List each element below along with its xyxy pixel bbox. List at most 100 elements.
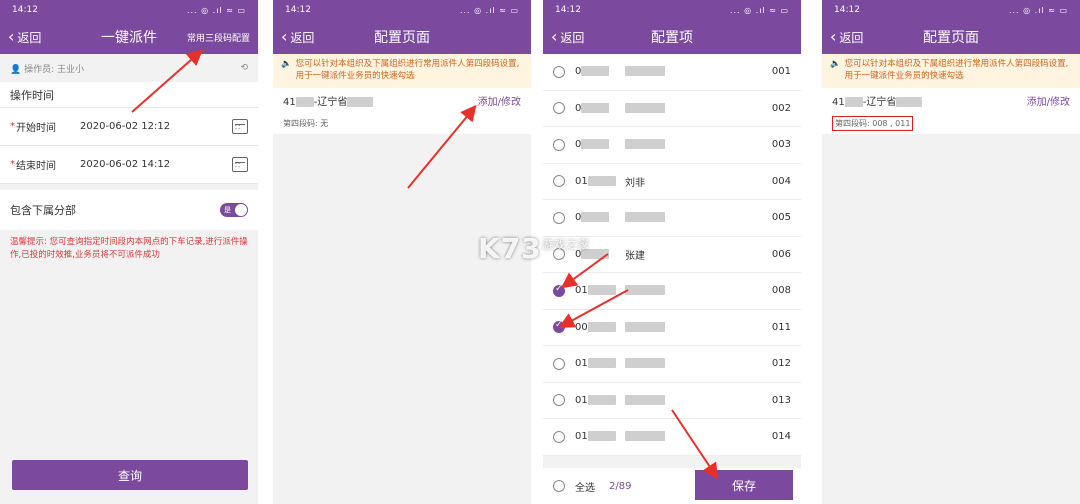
list-item[interactable]: 01 刘非 004 [543, 163, 801, 200]
save-button[interactable]: 保存 [695, 470, 793, 500]
back-button[interactable]: ‹ 返回 [8, 20, 41, 54]
back-label: 返回 [560, 30, 585, 45]
item-radio[interactable] [553, 65, 565, 78]
blurred-text [625, 394, 665, 405]
status-bar: 14:12 ... ◎ .ıl ≈ ▭ [543, 0, 801, 20]
item-radio[interactable] [553, 284, 565, 297]
config-card: 41 -辽宁省 添加/修改 第四段码: 无 [273, 87, 531, 134]
item-radio[interactable] [553, 211, 565, 224]
list-item[interactable]: 01 012 [543, 346, 801, 383]
fourth-code-row: 第四段码: 无 [283, 114, 521, 134]
list-item[interactable]: 0 003 [543, 127, 801, 164]
edit-link[interactable]: 添加/修改 [478, 93, 521, 108]
item-radio[interactable] [553, 175, 565, 188]
nav-bar: ‹ 返回 配置页面 [273, 20, 531, 54]
item-code: 005 [771, 212, 791, 224]
blurred-text [896, 97, 923, 108]
item-name [625, 212, 767, 223]
list-item[interactable]: 0 002 [543, 90, 801, 127]
org-info: 41 -辽宁省 [832, 93, 923, 108]
edit-link[interactable]: 添加/修改 [1027, 93, 1070, 108]
item-id-text: 01 [575, 285, 588, 297]
query-button[interactable]: 查询 [12, 460, 248, 490]
item-id: 01 [575, 175, 625, 187]
include-sub-row: 包含下属分部 是 [0, 190, 258, 230]
include-sub-label: 包含下属分部 [10, 204, 76, 217]
item-code: 001 [771, 66, 791, 78]
blurred-text [625, 139, 665, 150]
speaker-icon: 🔈 [830, 59, 841, 69]
calendar-icon[interactable] [232, 119, 248, 134]
item-id: 01 [575, 431, 625, 442]
end-time-row[interactable]: * 结束时间 2020-06-02 14:12 [0, 146, 258, 184]
nav-bar: ‹ 返回 一键派件 常用三段码配置 [0, 20, 258, 54]
speaker-icon: 🔈 [281, 59, 292, 69]
config-link[interactable]: 常用三段码配置 [187, 31, 250, 44]
list-item[interactable]: 01 014 [543, 419, 801, 456]
item-name [625, 285, 767, 296]
blurred-text [625, 66, 665, 77]
status-icons: ... ◎ .ıl ≈ ▭ [729, 5, 789, 15]
notice-banner: 🔈 您可以针对本组织及下属组织进行常用派件人第四段码设置,用于一键派件业务员的快… [273, 54, 531, 88]
phone-screen-dispatch: 14:12 ... ◎ .ıl ≈ ▭ ‹ 返回 一键派件 常用三段码配置 👤 操… [0, 0, 258, 504]
item-name [625, 358, 767, 369]
calendar-icon[interactable] [232, 157, 248, 172]
item-code: 002 [771, 102, 791, 114]
item-code: 011 [771, 321, 791, 333]
start-time-value[interactable]: 2020-06-02 12:12 [80, 121, 232, 132]
item-id-text: 00 [575, 321, 588, 333]
select-all-label[interactable]: 全选 [575, 479, 595, 494]
list-item[interactable]: 0 005 [543, 200, 801, 237]
item-radio[interactable] [553, 430, 565, 443]
item-code: 012 [771, 358, 791, 370]
start-time-row[interactable]: * 开始时间 2020-06-02 12:12 [0, 108, 258, 146]
item-radio[interactable] [553, 320, 565, 334]
item-radio[interactable] [553, 394, 565, 407]
blurred-text [587, 394, 616, 405]
user-icon: 👤 [10, 64, 22, 75]
back-button[interactable]: ‹ 返回 [281, 20, 314, 54]
item-name: 张建 [625, 247, 767, 262]
blurred-text [844, 97, 863, 108]
list-item[interactable]: 0 001 [543, 54, 801, 91]
refresh-icon[interactable]: ⟲ [240, 63, 248, 73]
org-info: 41 -辽宁省 [283, 93, 374, 109]
nav-bar: ‹ 返回 配置项 [543, 20, 801, 54]
blurred-text [587, 358, 616, 369]
page-title: 配置页面 [923, 30, 979, 46]
item-id: 0 [575, 102, 625, 114]
back-button[interactable]: ‹ 返回 [551, 20, 584, 54]
item-radio[interactable] [553, 102, 565, 115]
notice-banner: 🔈 您可以针对本组织及下属组织进行常用派件人第四段码设置,用于一键派件业务员的快… [822, 54, 1080, 88]
code-prefix: 41 [283, 97, 296, 109]
item-id: 0 [575, 66, 625, 77]
item-id: 01 [575, 394, 625, 406]
page-title: 一键派件 [101, 30, 157, 46]
list-item[interactable]: 01 008 [543, 273, 801, 310]
item-name-text: 刘非 [625, 177, 645, 189]
blurred-text [625, 431, 665, 442]
fourth-code-text: 第四段码: 008 , 011 [832, 116, 914, 132]
end-time-value[interactable]: 2020-06-02 14:12 [80, 159, 232, 170]
status-bar: 14:12 ... ◎ .ıl ≈ ▭ [0, 0, 258, 20]
item-name-text: 张建 [625, 250, 645, 262]
item-radio[interactable] [553, 357, 565, 370]
back-button[interactable]: ‹ 返回 [830, 20, 863, 54]
blurred-text [587, 321, 616, 332]
list-item[interactable]: 01 013 [543, 382, 801, 419]
blurred-text [625, 358, 665, 369]
item-name [625, 66, 767, 77]
back-label: 返回 [290, 30, 315, 45]
item-radio[interactable] [553, 138, 565, 151]
select-all-radio[interactable] [553, 480, 565, 492]
config-header: 41 -辽宁省 添加/修改 [832, 88, 1070, 114]
include-sub-toggle[interactable]: 是 [220, 203, 248, 217]
fourth-code-row: 第四段码: 008 , 011 [832, 114, 1070, 134]
status-bar: 14:12 ... ◎ .ıl ≈ ▭ [822, 0, 1080, 20]
list-item[interactable]: 00 011 [543, 309, 801, 346]
start-time-label: 开始时间 [16, 123, 56, 134]
item-name [625, 394, 767, 406]
blurred-text [347, 97, 374, 108]
blurred-text [625, 102, 665, 113]
status-time: 14:12 [555, 5, 581, 15]
